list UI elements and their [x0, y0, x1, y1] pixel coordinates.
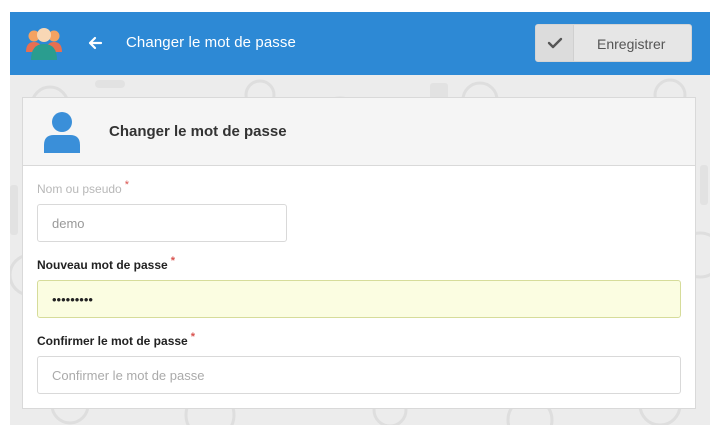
new-password-label: Nouveau mot de passe * — [37, 255, 175, 272]
user-icon — [44, 112, 80, 153]
required-mark: * — [190, 331, 195, 343]
save-button-label: Enregistrer — [597, 36, 666, 52]
username-label-text: Nom ou pseudo — [37, 182, 122, 196]
back-button[interactable] — [84, 32, 106, 54]
new-password-label-text: Nouveau mot de passe — [37, 258, 168, 272]
username-label: Nom ou pseudo * — [37, 179, 130, 196]
confirm-password-label: Confirmer le mot de passe * — [37, 331, 195, 348]
page-title: Changer le mot de passe — [126, 34, 296, 51]
check-icon — [547, 37, 563, 49]
top-bar: Changer le mot de passe Enregistrer — [10, 12, 710, 75]
confirm-password-field[interactable] — [37, 356, 681, 394]
arrow-left-icon — [88, 36, 103, 50]
card-header: Changer le mot de passe — [23, 98, 695, 166]
username-field[interactable] — [37, 204, 287, 242]
save-button[interactable]: Enregistrer — [535, 24, 692, 62]
confirm-password-label-text: Confirmer le mot de passe — [37, 334, 188, 348]
app-window: Changer le mot de passe Enregistrer Chan… — [10, 12, 710, 425]
required-mark: * — [170, 255, 175, 267]
card-title: Changer le mot de passe — [109, 123, 287, 140]
save-check-area — [536, 25, 574, 61]
new-password-field[interactable] — [37, 280, 681, 318]
users-group-icon — [26, 28, 62, 60]
required-mark: * — [124, 179, 130, 191]
change-password-card: Changer le mot de passe Nom ou pseudo* N… — [22, 97, 696, 409]
